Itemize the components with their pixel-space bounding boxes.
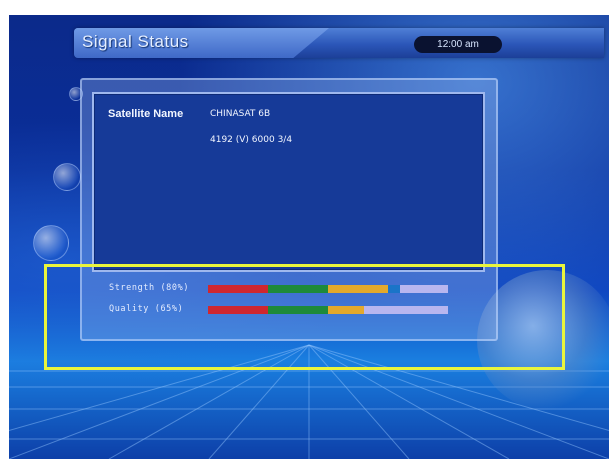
strength-bar-fill bbox=[208, 285, 400, 293]
strength-label: Strength (80%) bbox=[109, 283, 190, 293]
clock-display: 12:00 am bbox=[414, 36, 502, 53]
page-title: Signal Status bbox=[82, 32, 189, 51]
channel-info-panel: Satellite Name CHINASAT 6B 4192 (V) 6000… bbox=[92, 92, 485, 272]
quality-bar bbox=[208, 306, 448, 314]
decorative-bubble bbox=[33, 225, 69, 261]
signal-meters: Strength (80%) Quality (65%) bbox=[92, 275, 485, 329]
satellite-name-label: Satellite Name bbox=[108, 108, 184, 120]
quality-bar-fill bbox=[208, 306, 364, 314]
quality-label: Quality (65%) bbox=[109, 304, 184, 314]
decorative-bubble bbox=[53, 163, 81, 191]
title-bar: Signal Status 12:00 am bbox=[74, 28, 604, 58]
transponder-info: 4192 (V) 6000 3/4 bbox=[210, 135, 293, 145]
satellite-name-value: CHINASAT 6B bbox=[210, 109, 271, 119]
strength-bar bbox=[208, 285, 448, 293]
